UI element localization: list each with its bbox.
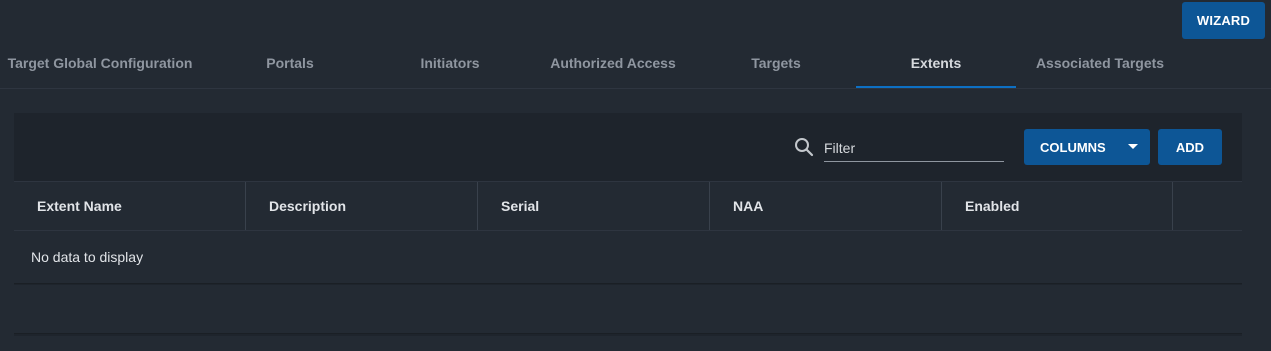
column-divider[interactable] xyxy=(1172,182,1173,230)
filter-input[interactable] xyxy=(824,135,1004,162)
column-header-naa[interactable]: NAA xyxy=(710,182,941,230)
page: WIZARD Target Global Configuration Porta… xyxy=(0,0,1271,351)
tab-target-global-configuration[interactable]: Target Global Configuration xyxy=(0,40,200,86)
table-footer xyxy=(14,285,1242,334)
caret-down-icon xyxy=(1128,144,1138,149)
tab-initiators[interactable]: Initiators xyxy=(370,40,530,86)
empty-table-message: No data to display xyxy=(14,231,1242,284)
tab-authorized-access[interactable]: Authorized Access xyxy=(533,40,693,86)
columns-button[interactable]: COLUMNS xyxy=(1024,129,1150,165)
tab-extents[interactable]: Extents xyxy=(856,40,1016,88)
column-header-extent-name[interactable]: Extent Name xyxy=(14,182,245,230)
tab-targets[interactable]: Targets xyxy=(696,40,856,86)
wizard-button[interactable]: WIZARD xyxy=(1182,2,1265,39)
column-header-enabled[interactable]: Enabled xyxy=(942,182,1172,230)
tab-associated-targets[interactable]: Associated Targets xyxy=(1020,40,1180,86)
tab-bar: Target Global Configuration Portals Init… xyxy=(0,40,1271,89)
tab-portals[interactable]: Portals xyxy=(210,40,370,86)
table-toolbar: COLUMNS ADD xyxy=(14,113,1242,182)
table-header: Extent Name Description Serial NAA Enabl… xyxy=(14,182,1242,231)
extents-table-card: COLUMNS ADD Extent Name Description Seri… xyxy=(14,113,1242,336)
search-icon xyxy=(795,138,814,157)
add-button[interactable]: ADD xyxy=(1158,129,1222,165)
columns-button-label: COLUMNS xyxy=(1040,139,1106,155)
column-header-serial[interactable]: Serial xyxy=(478,182,709,230)
column-header-description[interactable]: Description xyxy=(246,182,477,230)
